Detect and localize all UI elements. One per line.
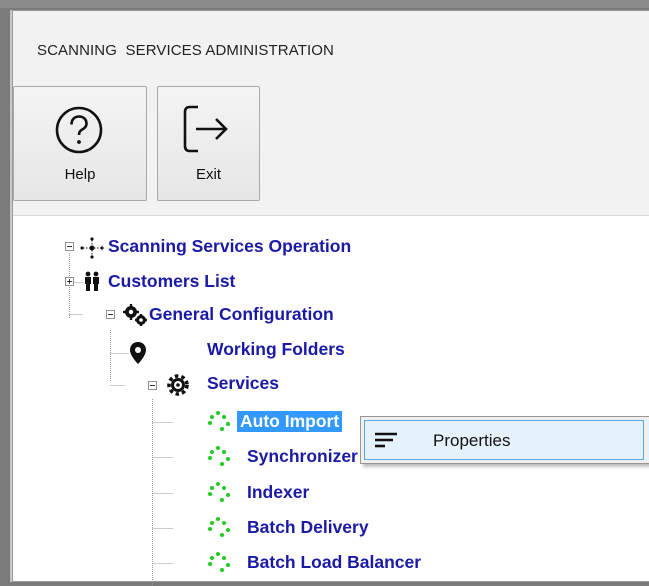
root-collapse-toggle[interactable] bbox=[65, 242, 74, 251]
green-dots-icon bbox=[208, 552, 230, 572]
customers-expand-toggle[interactable] bbox=[65, 277, 74, 286]
admin-window: SCANNING SERVICES ADMINISTRATION Help Ex… bbox=[12, 10, 649, 586]
map-pin-icon bbox=[130, 342, 146, 364]
help-button-label: Help bbox=[64, 166, 96, 183]
toolbar: Help Exit bbox=[13, 85, 649, 216]
exit-button-label: Exit bbox=[195, 166, 221, 183]
exit-arrow-icon bbox=[183, 105, 228, 153]
tree-node-working-folders[interactable]: Working Folders bbox=[207, 339, 345, 360]
green-dots-icon bbox=[208, 411, 230, 431]
question-circle-icon bbox=[55, 106, 103, 154]
tree-node-services[interactable]: Services bbox=[207, 373, 279, 394]
tree-node-scanning-services-operation[interactable]: Scanning Services Operation bbox=[108, 236, 351, 257]
menu-item-properties-label: Properties bbox=[433, 431, 511, 450]
properties-lines-icon bbox=[375, 432, 397, 448]
tree-node-general-configuration[interactable]: General Configuration bbox=[149, 304, 334, 325]
network-hub-icon bbox=[80, 237, 104, 259]
services-collapse-toggle[interactable] bbox=[148, 381, 157, 390]
gears-icon bbox=[123, 304, 147, 326]
exit-button[interactable]: Exit bbox=[157, 86, 260, 201]
window-title: SCANNING SERVICES ADMINISTRATION bbox=[37, 42, 334, 59]
tree-node-indexer[interactable]: Indexer bbox=[247, 482, 309, 503]
tree-node-batch-load-balancer[interactable]: Batch Load Balancer bbox=[247, 552, 421, 573]
help-button[interactable]: Help bbox=[13, 86, 147, 201]
green-dots-icon bbox=[208, 446, 230, 466]
services-tree: Scanning Services Operation Customers Li… bbox=[13, 216, 649, 586]
gear-icon bbox=[167, 374, 189, 396]
general-collapse-toggle[interactable] bbox=[106, 310, 115, 319]
green-dots-icon bbox=[208, 517, 230, 537]
title-bar: SCANNING SERVICES ADMINISTRATION bbox=[13, 11, 649, 85]
backdrop bbox=[0, 0, 649, 8]
green-dots-icon bbox=[208, 482, 230, 502]
people-icon bbox=[85, 271, 99, 291]
tree-node-customers-list[interactable]: Customers List bbox=[108, 271, 235, 292]
tree-node-auto-import[interactable]: Auto Import bbox=[237, 411, 343, 432]
context-menu: Properties bbox=[360, 416, 649, 464]
tree-node-synchronizer[interactable]: Synchronizer bbox=[247, 446, 358, 467]
menu-item-properties[interactable]: Properties bbox=[364, 420, 644, 460]
tree-node-batch-delivery[interactable]: Batch Delivery bbox=[247, 517, 369, 538]
